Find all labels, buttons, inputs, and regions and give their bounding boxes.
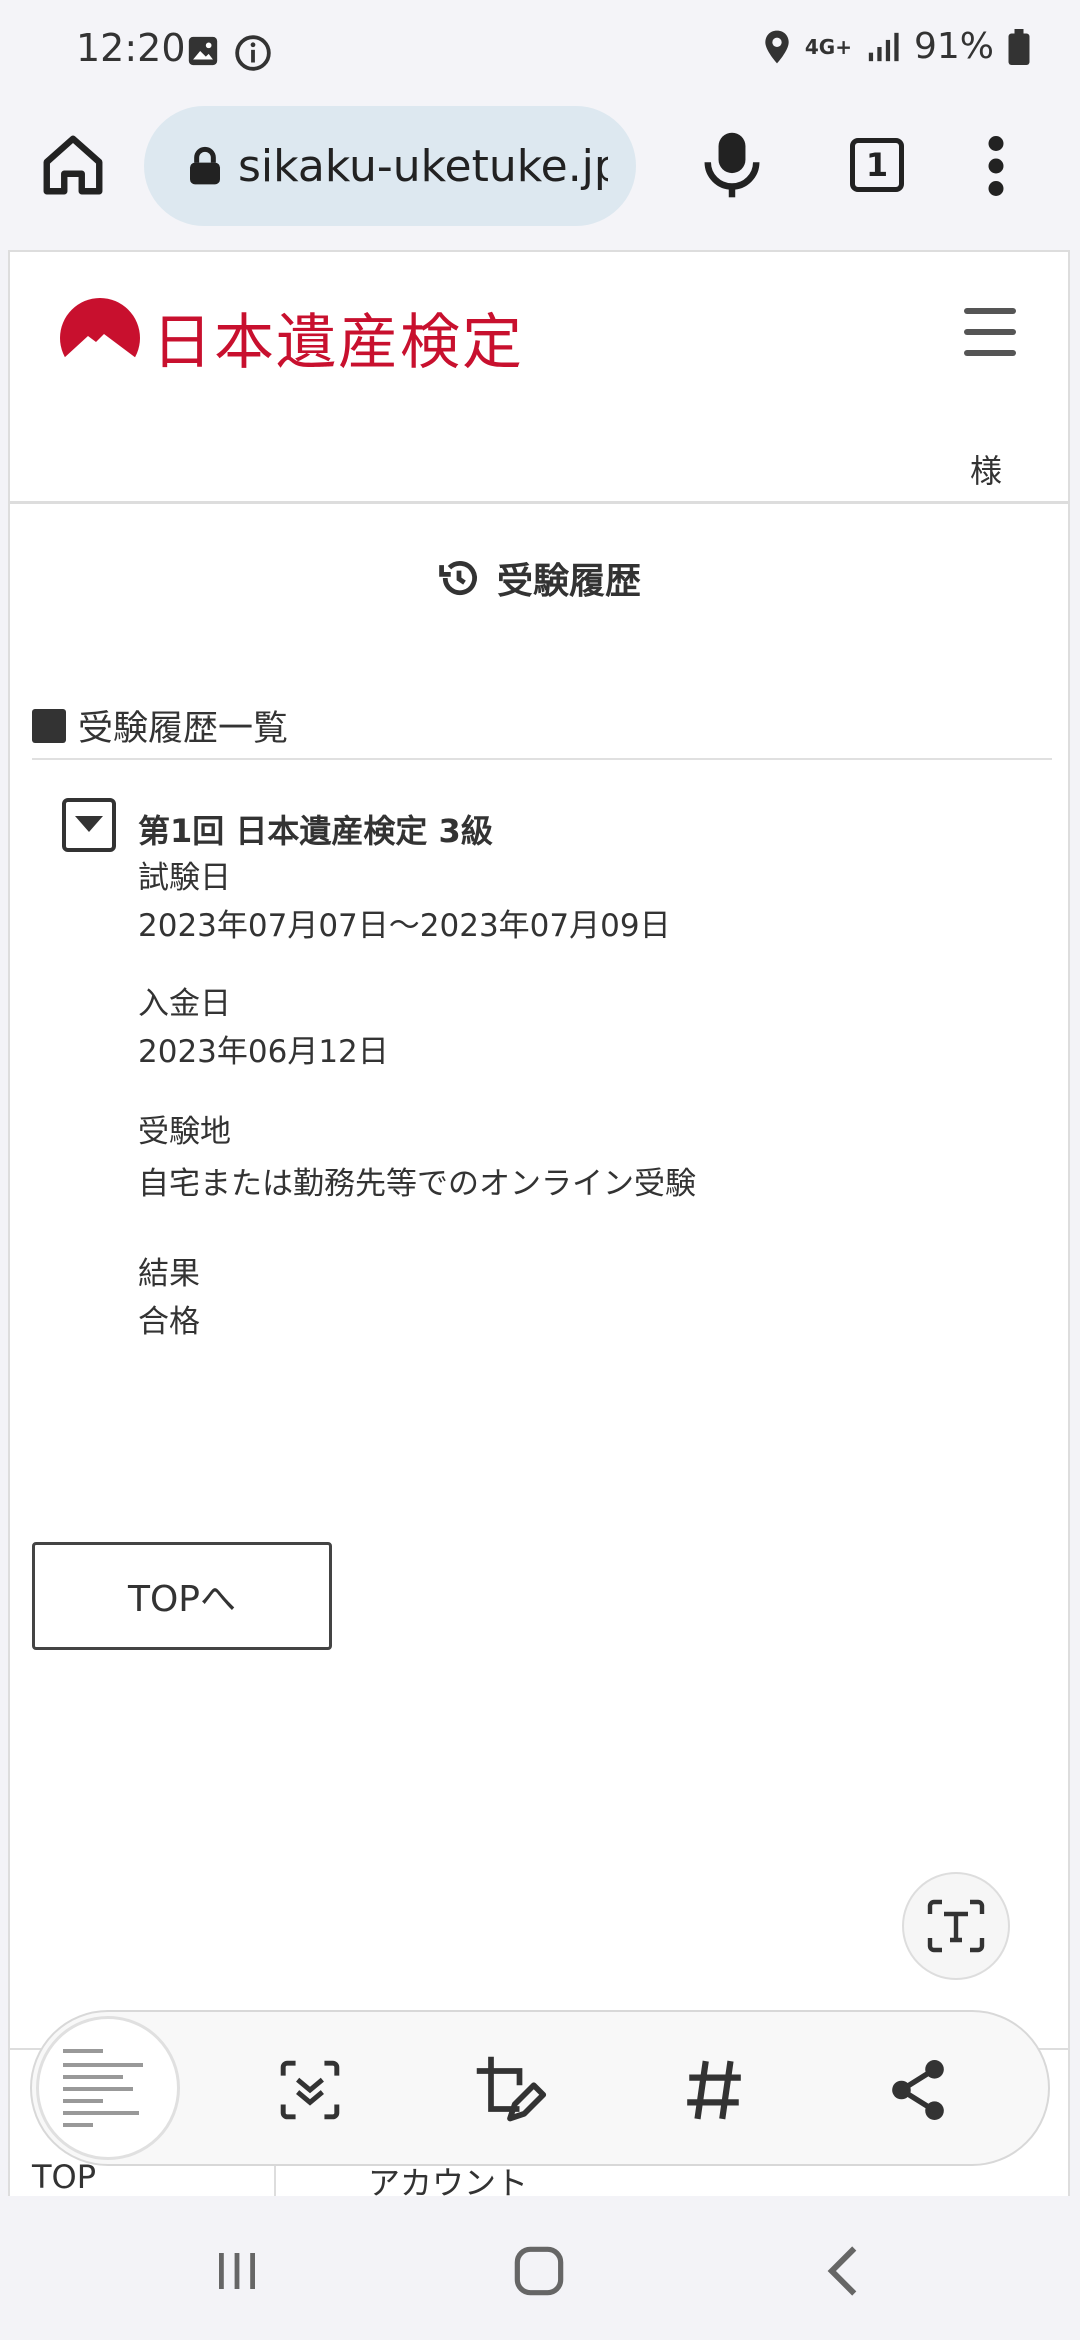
history-icon [439, 560, 477, 596]
battery-icon [1008, 28, 1030, 65]
heading-square-icon [32, 708, 66, 743]
list-heading: 受験履歴一覧 [32, 700, 288, 751]
share-icon[interactable] [878, 2050, 958, 2130]
result-label: 結果 [138, 1256, 200, 1292]
crop-edit-icon[interactable] [470, 2050, 550, 2130]
page-title: 受験履歴 [10, 552, 1068, 604]
site-logo[interactable]: 日本遺産検定 [58, 294, 524, 381]
location-value: 自宅または勤務先等でのオンライン受験 [138, 1166, 696, 1202]
exam-date-value: 2023年07月07日〜2023年07月09日 [138, 908, 671, 944]
screenshot-thumbnail[interactable] [36, 2016, 180, 2160]
home-button-icon[interactable] [504, 2236, 574, 2306]
page-title-text: 受験履歴 [496, 561, 641, 602]
payment-date-value: 2023年06月12日 [138, 1034, 389, 1070]
screenshot-toolbar [30, 2010, 1050, 2166]
more-vert-icon[interactable] [984, 136, 1008, 196]
logo-mark-icon [60, 297, 140, 380]
divider [32, 758, 1052, 760]
hamburger-menu-icon[interactable] [964, 308, 1016, 356]
lock-icon [190, 146, 220, 185]
user-name-suffix: 様 [969, 452, 1002, 490]
status-time: 12:20 [76, 26, 186, 70]
list-heading-text: 受験履歴一覧 [78, 709, 289, 749]
location-icon [765, 30, 789, 63]
payment-date-label: 入金日 [138, 986, 231, 1022]
network-type: 4G+ [804, 34, 852, 59]
bottom-nav-top[interactable]: TOP [32, 2158, 96, 2196]
image-icon [188, 36, 218, 66]
url-text: sikaku-uketuke.jp [238, 140, 608, 192]
exam-date-label: 試験日 [138, 860, 231, 896]
info-icon [235, 35, 271, 71]
caret-down-icon [75, 816, 103, 832]
microphone-icon[interactable] [704, 130, 760, 200]
browser-toolbar: sikaku-uketuke.jp 1 [0, 100, 1080, 250]
site-header: 日本遺産検定 様 [10, 252, 1068, 504]
status-bar: 12:20 4G+ 91% [0, 0, 1080, 100]
system-nav-bar [0, 2196, 1080, 2340]
expand-toggle-button[interactable] [62, 798, 116, 852]
top-button[interactable]: TOPへ [32, 1542, 332, 1650]
signal-icon [868, 32, 899, 61]
text-recognition-icon [927, 1899, 985, 1953]
web-page: 日本遺産検定 様 受験履歴 受験履歴一覧 第1回 日本遺産検定 3級 試験日 2… [8, 250, 1070, 2202]
location-label: 受験地 [138, 1114, 231, 1150]
text-extract-button[interactable] [902, 1872, 1010, 1980]
exam-title: 第1回 日本遺産検定 3級 [138, 812, 493, 850]
recent-apps-icon[interactable] [202, 2236, 272, 2306]
home-icon[interactable] [38, 130, 108, 200]
back-icon[interactable] [808, 2236, 878, 2306]
tab-switcher-button[interactable]: 1 [850, 138, 904, 192]
battery-percent: 91% [913, 26, 994, 67]
scroll-capture-icon[interactable] [270, 2050, 350, 2130]
logo-text: 日本遺産検定 [152, 308, 524, 378]
address-bar[interactable]: sikaku-uketuke.jp [144, 106, 636, 226]
hashtag-icon[interactable] [674, 2050, 754, 2130]
result-value: 合格 [138, 1304, 200, 1340]
